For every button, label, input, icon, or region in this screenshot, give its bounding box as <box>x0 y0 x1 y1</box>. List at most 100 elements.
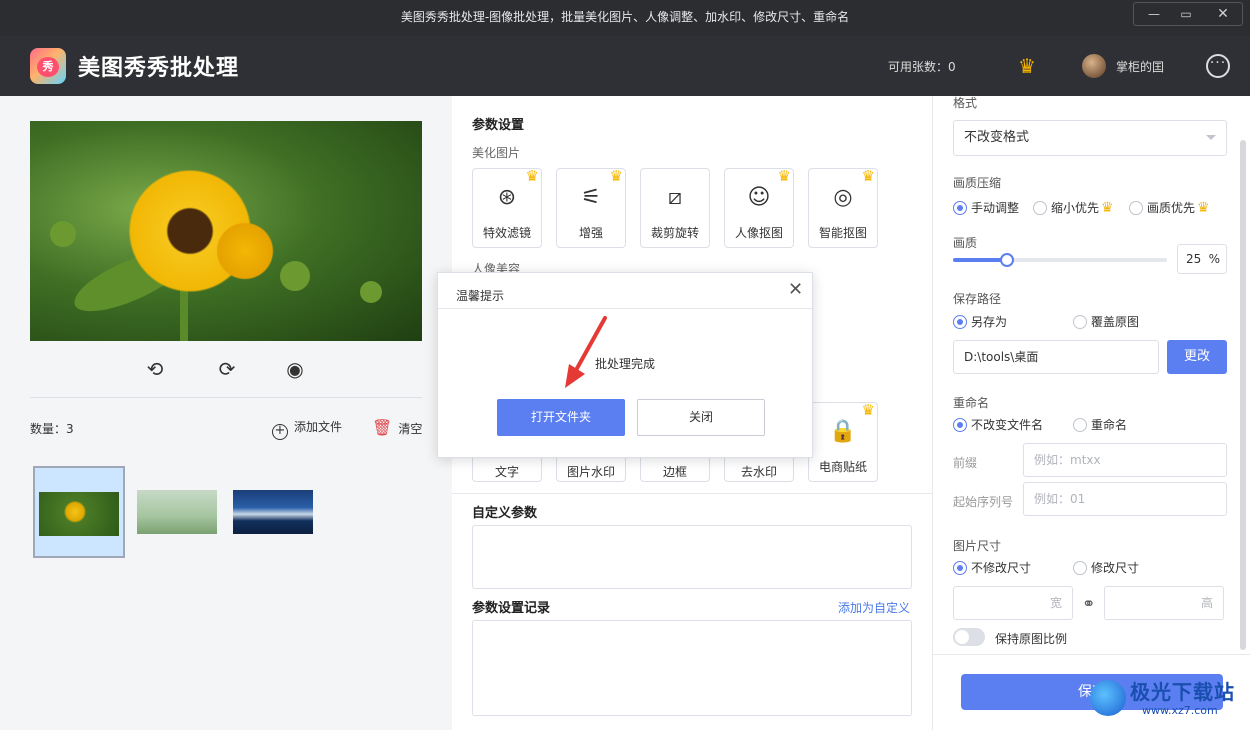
vip-crown-icon: ♛ <box>861 167 875 185</box>
username[interactable]: 掌柜的囯 <box>1116 58 1164 75</box>
radio-save-as[interactable]: 另存为 <box>953 314 1007 330</box>
preview-bud <box>280 261 310 291</box>
quality-slider-handle[interactable] <box>999 253 1014 267</box>
start-number-label: 起始序列号 <box>953 495 1014 509</box>
crop-card[interactable]: ⧄ 裁剪旋转 <box>640 168 710 248</box>
radio-dot <box>1073 315 1087 329</box>
radio-keep-name[interactable]: 不改变文件名 <box>953 417 1043 433</box>
beautify-label: 美化图片 <box>472 146 521 160</box>
vip-crown-icon: ♛ <box>525 167 539 185</box>
dialog-close-icon[interactable]: ✕ <box>788 279 803 300</box>
prefix-input[interactable]: 例如：mtxx <box>1023 443 1227 477</box>
mid-divider <box>452 493 932 494</box>
thumbnail-list <box>33 466 333 558</box>
filter-icon: ⊛ <box>497 185 517 210</box>
add-custom-link[interactable]: 添加为自定义 <box>838 599 910 616</box>
site-watermark: 极光下载站 www.xz7.com <box>1090 672 1245 728</box>
window-close-button[interactable]: ✕ <box>1205 4 1241 26</box>
portrait-cutout-card[interactable]: ☺ 人像抠图 ♛ <box>724 167 794 248</box>
rotate-right-icon[interactable]: ⟳ <box>212 354 242 384</box>
thumbnail-item[interactable] <box>33 466 125 558</box>
user-avatar[interactable] <box>1082 54 1106 78</box>
open-folder-button[interactable]: 打开文件夹 <box>497 399 625 436</box>
preview-eye-icon[interactable]: ◉ <box>280 354 310 384</box>
quality-slider[interactable] <box>953 253 1167 267</box>
radio-resize[interactable]: 修改尺寸 <box>1073 560 1139 576</box>
vip-crown-icon[interactable]: ♛ <box>1018 54 1036 78</box>
add-file-button[interactable]: + 添加文件 <box>272 418 342 440</box>
right-scrollbar[interactable] <box>1240 140 1246 650</box>
keep-ratio-toggle[interactable] <box>953 628 985 646</box>
radio-quality-first[interactable]: 画质优先 ♛ <box>1129 200 1210 216</box>
image-preview <box>30 121 422 341</box>
dialog-close-button[interactable]: 关闭 <box>637 399 765 436</box>
dialog-header: 温馨提示 ✕ <box>438 273 812 309</box>
quality-input[interactable]: 25 % <box>1177 244 1227 274</box>
radio-keep-size[interactable]: 不修改尺寸 <box>953 560 1031 576</box>
radio-overwrite[interactable]: 覆盖原图 <box>1073 314 1139 330</box>
left-panel: ⟲ ⟳ ◉ 数量：3 + 添加文件 🗑 清空 <box>0 96 452 730</box>
filter-card[interactable]: ⊛ 特效滤镜 ♛ <box>472 167 542 248</box>
window-title: 美图秀秀批处理-图像批处理，批量美化图片、人像调整、加水印、修改尺寸、重命名 <box>400 10 850 24</box>
radio-dot <box>953 201 967 215</box>
trash-icon: 🗑 <box>372 418 393 437</box>
vip-crown-icon: ♛ <box>1101 200 1114 216</box>
card-label: 边框 <box>662 465 687 479</box>
card-label: 智能抠图 <box>818 226 867 240</box>
card-label: 增强 <box>578 226 603 240</box>
quality-label: 画质 <box>953 236 978 250</box>
radio-label: 覆盖原图 <box>1091 315 1140 329</box>
height-input[interactable]: 高 <box>1104 586 1224 620</box>
format-select[interactable]: 不改变格式 <box>953 120 1227 156</box>
thumbnail-item[interactable] <box>133 466 225 558</box>
rotate-left-icon[interactable]: ⟲ <box>140 354 170 384</box>
radio-label: 修改尺寸 <box>1091 561 1140 575</box>
maximize-button[interactable]: ▭ <box>1168 4 1204 26</box>
rename-label: 重命名 <box>953 396 990 410</box>
link-ratio-icon[interactable]: ⚭ <box>1082 594 1095 613</box>
width-input[interactable]: 宽 <box>953 586 1073 620</box>
smart-cutout-card[interactable]: ◎ 智能抠图 ♛ <box>808 167 878 248</box>
card-label: 裁剪旋转 <box>650 226 699 240</box>
thumbnail-item[interactable] <box>229 466 321 558</box>
start-number-input[interactable]: 例如：01 <box>1023 482 1227 516</box>
chevron-down-icon <box>1206 135 1216 140</box>
portrait-cutout-icon: ☺ <box>747 185 771 210</box>
change-path-button[interactable]: 更改 <box>1167 340 1227 374</box>
card-label: 电商贴纸 <box>818 460 867 474</box>
available-quota: 可用张数：0 <box>888 60 956 74</box>
save-path-field[interactable]: D:\tools\桌面 <box>953 340 1159 374</box>
quality-slider-fill <box>953 258 1007 262</box>
enhance-card[interactable]: ⚟ 增强 ♛ <box>556 167 626 248</box>
watermark-logo <box>1090 680 1126 716</box>
sticker-card[interactable]: 🔒 电商贴纸 ♛ <box>808 401 878 482</box>
radio-rename[interactable]: 重命名 <box>1073 417 1127 433</box>
custom-params-box[interactable] <box>472 525 912 589</box>
card-label: 特效滤镜 <box>482 226 531 240</box>
minimize-button[interactable]: — <box>1136 4 1172 26</box>
quality-unit: % <box>1208 252 1220 266</box>
dialog-title: 温馨提示 <box>456 289 505 303</box>
save-path-label: 保存路径 <box>953 292 1002 306</box>
more-menu-button[interactable]: ··· <box>1206 54 1230 78</box>
prefix-label: 前缀 <box>953 456 978 470</box>
image-size-label: 图片尺寸 <box>953 539 1002 553</box>
history-title: 参数设置记录 <box>472 601 551 616</box>
radio-manual[interactable]: 手动调整 <box>953 200 1019 216</box>
history-box[interactable] <box>472 620 912 716</box>
params-title: 参数设置 <box>472 118 525 133</box>
preview-sunflower-side <box>210 216 280 286</box>
radio-dot <box>953 418 967 432</box>
radio-label: 缩小优先 <box>1051 201 1100 215</box>
clear-button[interactable]: 🗑 清空 <box>372 418 422 437</box>
watermark-text: 极光下载站 <box>1130 680 1235 704</box>
custom-params-title: 自定义参数 <box>472 506 538 521</box>
radio-label: 不修改尺寸 <box>971 561 1032 575</box>
radio-size-first[interactable]: 缩小优先 ♛ <box>1033 200 1114 216</box>
thumbnail-image <box>233 490 313 534</box>
preview-bud <box>360 281 382 303</box>
dialog-message: 批处理完成 <box>594 357 655 371</box>
file-count: 数量：3 <box>30 422 74 436</box>
card-label: 去水印 <box>740 465 777 479</box>
radio-dot <box>1073 561 1087 575</box>
